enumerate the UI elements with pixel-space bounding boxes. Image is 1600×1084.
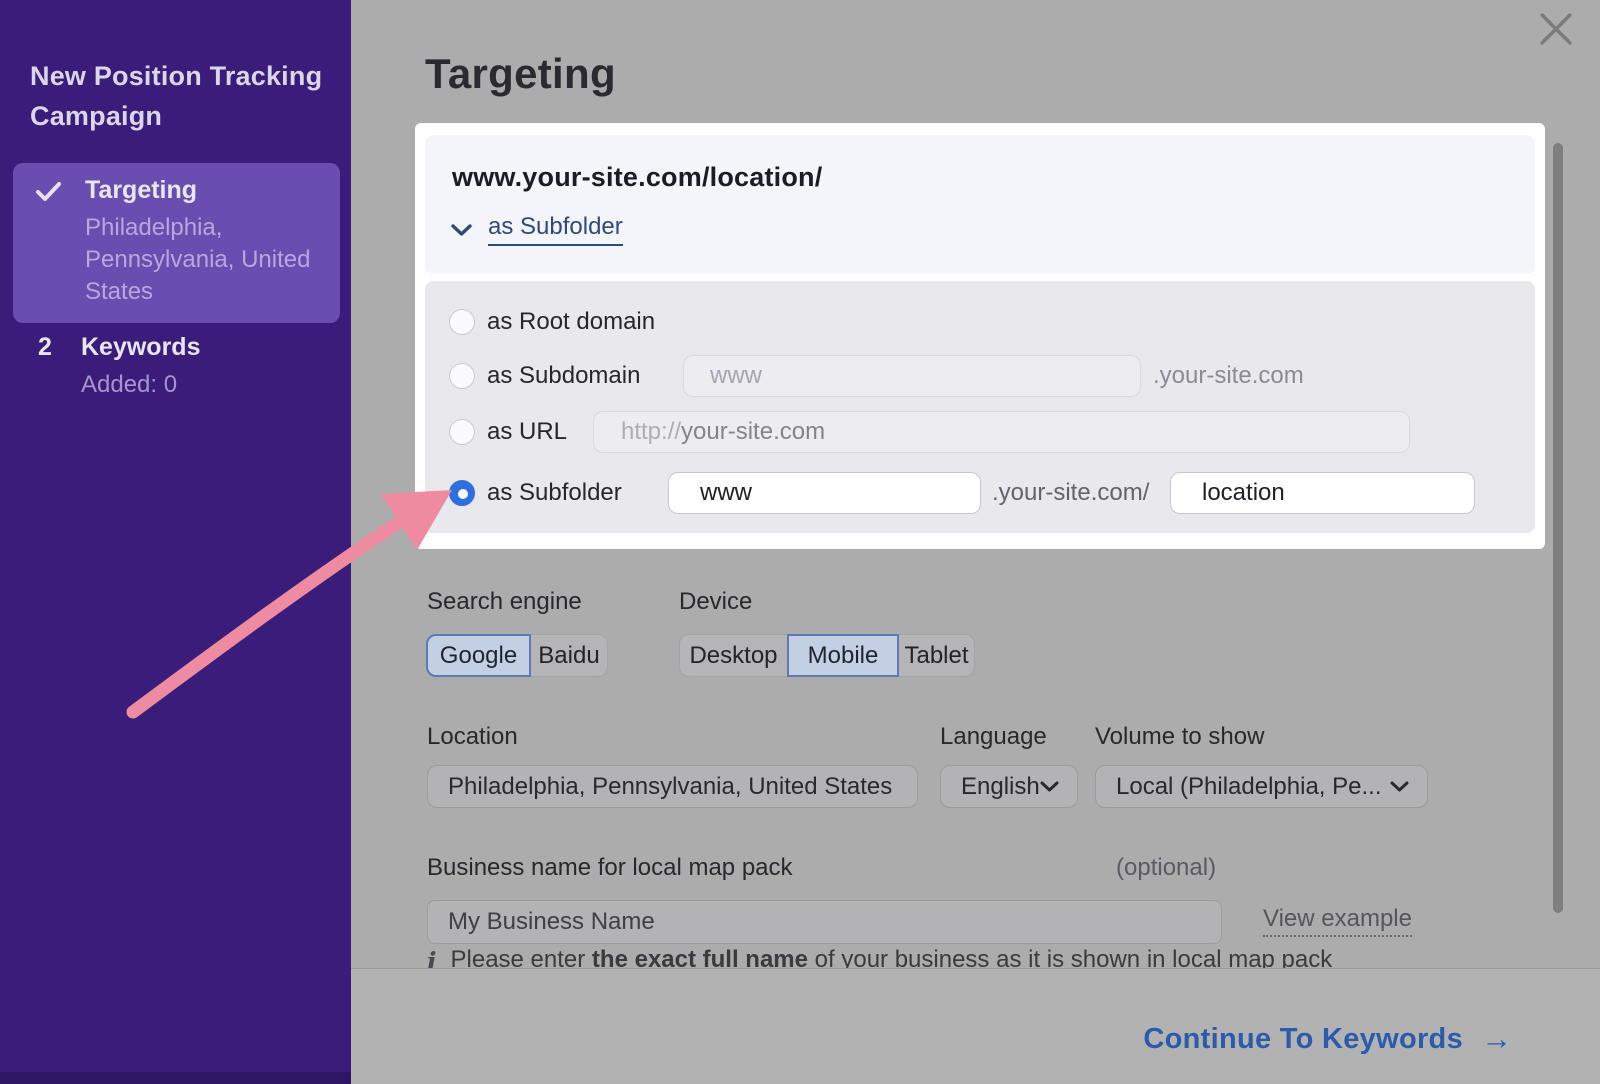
- location-input[interactable]: [427, 765, 918, 808]
- device-segmented-control: Desktop Mobile Tablet: [679, 634, 975, 677]
- segment-mobile[interactable]: Mobile: [787, 634, 899, 677]
- language-label: Language: [940, 723, 1047, 751]
- arrow-right-icon: →: [1481, 1021, 1512, 1057]
- language-select[interactable]: English: [940, 765, 1078, 808]
- check-icon: [35, 179, 62, 204]
- radio-subfolder[interactable]: [449, 480, 475, 506]
- radio-subfolder-label: as Subfolder: [487, 479, 622, 507]
- url-placeholder-scheme: http://: [621, 418, 681, 446]
- view-example-link[interactable]: View example: [1263, 905, 1412, 937]
- sidebar-step-targeting[interactable]: Targeting Philadelphia, Pennsylvania, Un…: [13, 163, 340, 323]
- new-position-tracking-modal: New Position Tracking Campaign Targeting…: [0, 0, 1600, 1084]
- mode-toggle-label[interactable]: as Subfolder: [488, 213, 623, 246]
- radio-subdomain[interactable]: [449, 363, 475, 389]
- chevron-down-icon: [1390, 781, 1409, 793]
- radio-dot: [458, 489, 468, 499]
- step-targeting-description: Philadelphia, Pennsylvania, United State…: [85, 212, 333, 308]
- continue-label: Continue To Keywords: [1143, 1023, 1463, 1056]
- targeting-mode-toggle[interactable]: as Subfolder: [450, 213, 623, 246]
- radio-url-label: as URL: [487, 418, 567, 446]
- device-label: Device: [679, 588, 752, 616]
- location-label: Location: [427, 723, 518, 751]
- close-button[interactable]: [1534, 7, 1580, 53]
- optional-hint: (optional): [1116, 854, 1216, 882]
- radio-root-domain-label: as Root domain: [487, 308, 655, 336]
- subfolder-folder-input[interactable]: [1170, 472, 1475, 514]
- continue-to-keywords-button[interactable]: Continue To Keywords →: [1143, 1021, 1512, 1057]
- step-keywords-description: Added: 0: [81, 371, 177, 399]
- step-keywords-number: 2: [38, 333, 52, 362]
- campaign-wizard-sidebar: New Position Tracking Campaign Targeting…: [0, 0, 351, 1084]
- scrollbar-thumb[interactable]: [1553, 143, 1563, 913]
- wizard-title: New Position Tracking Campaign: [30, 56, 338, 136]
- volume-to-show-label: Volume to show: [1095, 723, 1264, 751]
- page-title: Targeting: [425, 50, 616, 98]
- search-engine-segmented-control: Google Baidu: [426, 634, 608, 677]
- radio-subdomain-label: as Subdomain: [487, 362, 640, 390]
- chevron-down-icon: [1040, 781, 1059, 793]
- business-name-input[interactable]: [427, 900, 1222, 944]
- domain-targeting-card: www.your-site.com/location/ as Subfolder…: [415, 123, 1545, 549]
- chevron-down-icon: [450, 223, 473, 237]
- subfolder-separator: .your-site.com/: [992, 479, 1149, 507]
- business-name-label: Business name for local map pack: [427, 854, 793, 882]
- step-keywords-label: Keywords: [81, 333, 200, 362]
- subfolder-subdomain-input[interactable]: [668, 472, 981, 514]
- url-placeholder-host: your-site.com: [681, 418, 825, 446]
- url-input: http://your-site.com: [593, 411, 1410, 453]
- search-engine-label: Search engine: [427, 588, 582, 616]
- volume-to-show-select[interactable]: Local (Philadelphia, Pe...: [1095, 765, 1428, 808]
- radio-url[interactable]: [449, 419, 475, 445]
- modal-footer: Continue To Keywords →: [351, 968, 1600, 1084]
- segment-baidu[interactable]: Baidu: [530, 634, 608, 677]
- segment-desktop[interactable]: Desktop: [679, 634, 788, 677]
- step-targeting-label: Targeting: [85, 176, 197, 205]
- language-value: English: [961, 773, 1040, 801]
- segment-google[interactable]: Google: [426, 634, 531, 677]
- subdomain-input: [683, 355, 1141, 397]
- volume-to-show-value: Local (Philadelphia, Pe...: [1116, 773, 1382, 801]
- subdomain-suffix: .your-site.com: [1153, 362, 1304, 390]
- segment-tablet[interactable]: Tablet: [898, 634, 975, 677]
- domain-preview-text: www.your-site.com/location/: [452, 162, 822, 193]
- scope-options-panel: as Root domain as Subdomain .your-site.c…: [425, 281, 1535, 533]
- radio-root-domain[interactable]: [449, 309, 475, 335]
- domain-preview-panel: www.your-site.com/location/ as Subfolder: [425, 135, 1535, 274]
- close-icon: [1534, 7, 1580, 53]
